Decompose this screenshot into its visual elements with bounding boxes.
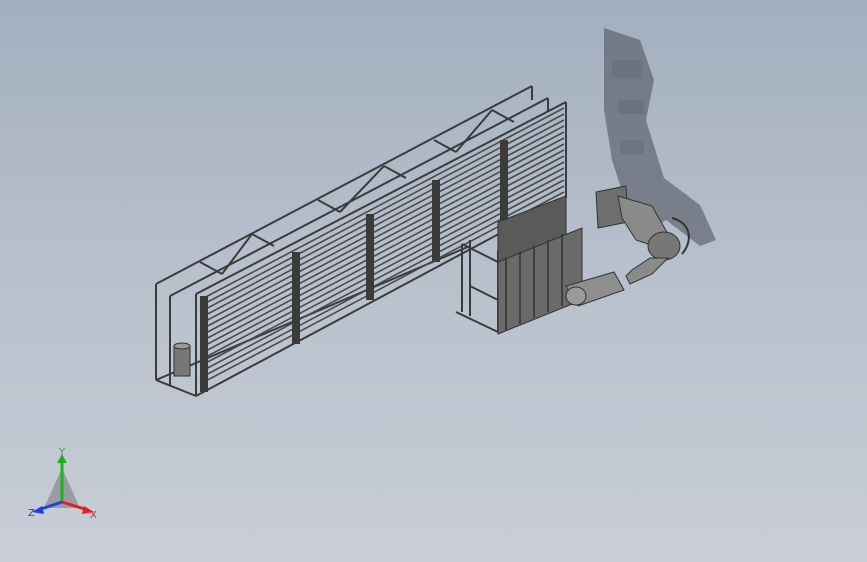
x-axis-label: X [90, 510, 97, 521]
y-axis-label: Y [58, 447, 66, 458]
assembly-model[interactable] [0, 0, 867, 562]
lift-frame [455, 240, 499, 333]
panel-housing [497, 195, 583, 335]
z-axis-label: Z [28, 508, 35, 519]
graphics-viewport[interactable]: Y X Z [0, 0, 867, 562]
drive-motor [173, 342, 191, 377]
axis-triad: Y X Z [28, 447, 97, 521]
